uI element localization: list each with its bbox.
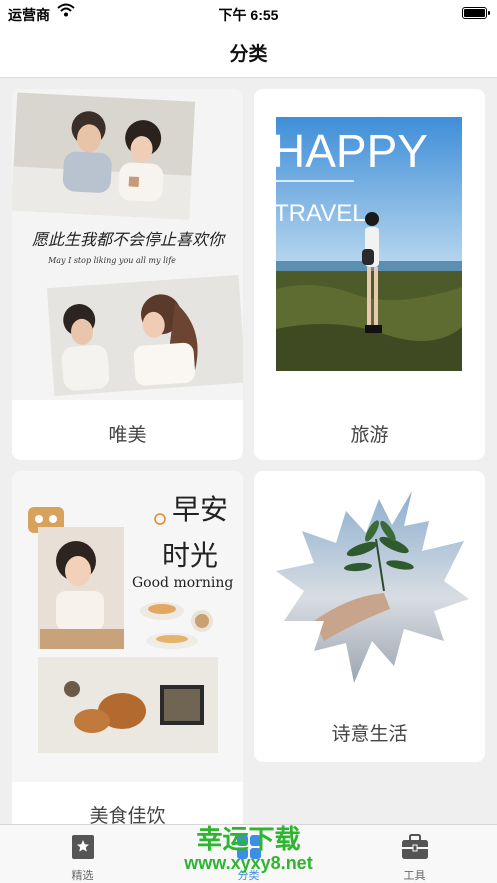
travel-thumbnail: HAPPY TRAVEL [254,89,485,400]
food-morning-text-2: 时光 [162,539,218,572]
page-title: 分类 [229,44,268,65]
status-time: 下午 6:55 [218,7,279,23]
calligraphy-text: 愿此生我都不会停止喜欢你 [32,230,226,249]
travel-text: TRAVEL [274,200,366,227]
battery-icon [462,7,490,19]
category-card-travel[interactable]: HAPPY TRAVEL 旅游 [254,89,485,460]
poetic-life-thumbnail [254,471,485,702]
category-label: 旅游 [350,425,389,446]
category-card-aesthetic[interactable]: 愿此生我都不会停止喜欢你 May I stop liking you all m… [12,89,243,460]
category-label: 诗意生活 [331,724,408,745]
food-morning-text-1: 早安 [172,493,228,526]
travel-happy-text: HAPPY [272,125,428,177]
category-card-food[interactable]: 早安 时光 Good morning 美食佳饮 [12,471,243,824]
food-thumbnail: 早安 时光 Good morning [12,471,243,782]
category-card-poetic-life[interactable]: 诗意生活 [254,471,485,762]
navigation-bar: 分类 [0,26,497,78]
aesthetic-thumbnail: 愿此生我都不会停止喜欢你 May I stop liking you all m… [12,89,243,400]
watermark-title: 幸运下载 [196,824,301,854]
status-bar: 运营商 下午 6:55 [0,0,497,26]
category-grid[interactable]: 愿此生我都不会停止喜欢你 May I stop liking you all m… [0,78,497,824]
food-good-morning-text: Good morning [132,575,233,591]
calligraphy-caption: May I stop liking you all my life [47,256,176,265]
category-label: 唯美 [108,425,147,446]
watermark-url: www.xyxy8.net [184,853,313,873]
